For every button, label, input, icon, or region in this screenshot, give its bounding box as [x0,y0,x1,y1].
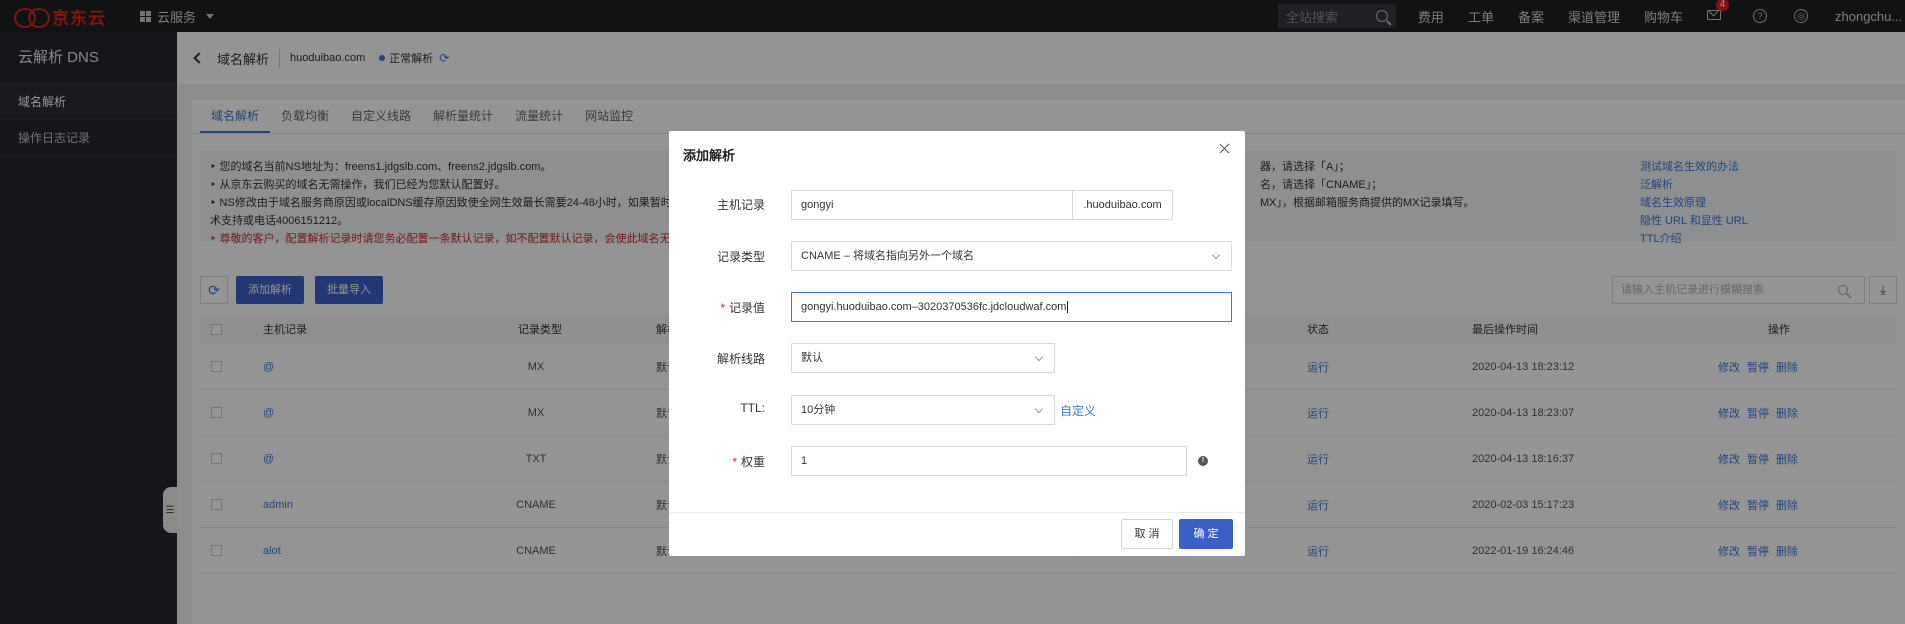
ttl-label: TTL: [740,401,765,415]
dialog-footer: 取 消 确 定 [669,512,1245,556]
chevron-down-icon [1211,250,1221,260]
host-record-input[interactable]: gongyi [791,190,1073,220]
resolution-line-select[interactable]: 默认 [791,343,1055,373]
resolution-line-value: 默认 [801,352,823,364]
confirm-button[interactable]: 确 定 [1179,519,1233,549]
weight-input[interactable]: 1 [791,446,1187,476]
host-label: 主机记录 [716,198,765,212]
weight-label: * 权重 [732,455,765,469]
type-label: 记录类型 [716,250,765,264]
record-value-input[interactable]: gongyi.huoduibao.com–3020370536fc.jdclou… [791,292,1232,322]
cancel-button[interactable]: 取 消 [1121,519,1173,549]
ttl-value: 10分钟 [801,404,836,416]
domain-suffix: .huoduibao.com [1073,190,1173,220]
record-value-text: gongyi.huoduibao.com–3020370536fc.jdclou… [801,301,1067,313]
dialog-title: 添加解析 [683,148,736,163]
close-icon[interactable] [1217,141,1233,157]
value-label: * 记录值 [720,301,765,315]
add-record-dialog: 添加解析 主机记录 gongyi .huoduibao.com 记录类型 CNA… [669,131,1245,556]
info-icon[interactable]: ! [1198,456,1208,466]
ttl-select[interactable]: 10分钟 [791,395,1055,425]
line-label: 解析线路 [716,352,765,366]
record-type-value: CNAME – 将域名指向另外一个域名 [801,250,974,262]
chevron-down-icon [1034,352,1044,362]
chevron-down-icon [1034,404,1044,414]
record-type-select[interactable]: CNAME – 将域名指向另外一个域名 [791,241,1232,271]
custom-ttl-link[interactable]: 自定义 [1060,402,1096,419]
